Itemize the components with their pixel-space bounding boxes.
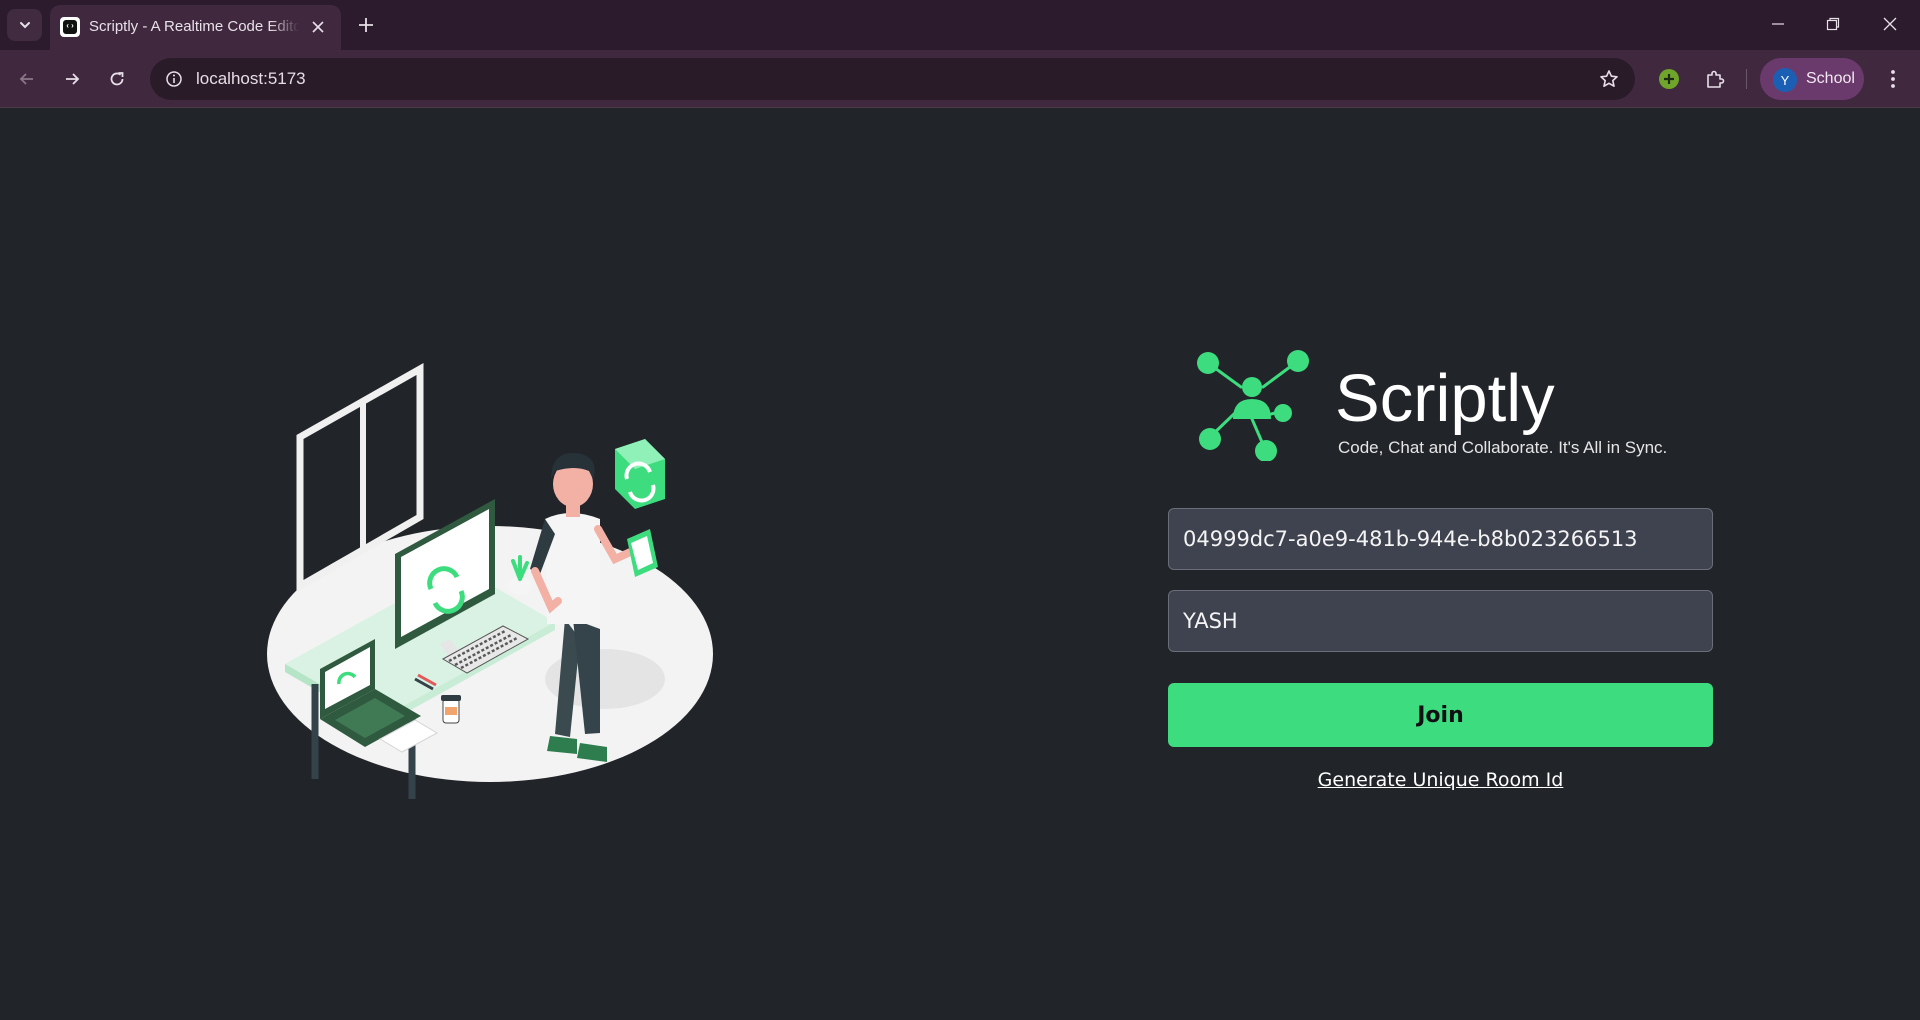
brand-header: Scriptly Code, Chat and Collaborate. It'… <box>1195 349 1735 469</box>
browser-tab-active[interactable]: ‹› Scriptly - A Realtime Code Editor <box>50 5 341 50</box>
back-arrow-icon <box>19 73 33 85</box>
browser-toolbar: localhost:5173 Y School <box>0 50 1920 108</box>
forward-arrow-icon <box>66 73 80 85</box>
bookmark-button[interactable] <box>1595 65 1623 93</box>
minimize-icon <box>1772 23 1784 25</box>
browser-menu-button[interactable] <box>1876 62 1910 96</box>
page-content: Scriptly Code, Chat and Collaborate. It'… <box>0 109 1920 1020</box>
profile-label: School <box>1806 70 1855 87</box>
restore-button[interactable] <box>1813 8 1853 40</box>
tab-close-button[interactable] <box>308 17 328 37</box>
back-button[interactable] <box>10 62 44 96</box>
avatar: Y <box>1773 68 1797 92</box>
generate-room-id-link[interactable]: Generate Unique Room Id <box>1168 769 1713 791</box>
toolbar-divider <box>1746 69 1747 89</box>
window-close-icon <box>1883 17 1897 31</box>
new-tab-button[interactable] <box>353 12 379 38</box>
reload-icon <box>110 72 124 86</box>
reload-button[interactable] <box>100 62 134 96</box>
tab-title: Scriptly - A Realtime Code Editor <box>89 18 299 35</box>
extensions-menu-button[interactable] <box>1698 62 1732 96</box>
brand-name: Scriptly <box>1335 361 1555 436</box>
url-text[interactable]: localhost:5173 <box>196 69 306 89</box>
room-id-input[interactable] <box>1168 508 1713 570</box>
favicon-icon: ‹› <box>60 17 80 37</box>
plus-icon <box>359 18 373 32</box>
site-info-button[interactable] <box>160 65 188 93</box>
forward-button[interactable] <box>55 62 89 96</box>
brand-tagline: Code, Chat and Collaborate. It's All in … <box>1338 438 1668 457</box>
kebab-menu-icon <box>1891 70 1895 88</box>
network-logo-icon <box>1197 350 1309 461</box>
chevron-down-icon <box>19 22 30 29</box>
address-bar[interactable]: localhost:5173 <box>150 58 1635 100</box>
tab-search-button[interactable] <box>7 9 42 41</box>
profile-button[interactable]: Y School <box>1760 58 1864 100</box>
browser-tab-strip: ‹› Scriptly - A Realtime Code Editor <box>0 0 1920 50</box>
info-icon <box>166 71 182 87</box>
star-icon <box>1600 70 1618 87</box>
window-close-button[interactable] <box>1870 8 1910 40</box>
username-input[interactable] <box>1168 590 1713 652</box>
close-icon <box>312 21 324 33</box>
extension-button[interactable] <box>1652 62 1686 96</box>
developer-illustration <box>267 362 713 799</box>
extension-add-icon <box>1659 69 1679 89</box>
puzzle-icon <box>1707 70 1725 88</box>
restore-icon <box>1826 17 1840 31</box>
join-button[interactable]: Join <box>1168 683 1713 747</box>
minimize-button[interactable] <box>1758 8 1798 40</box>
